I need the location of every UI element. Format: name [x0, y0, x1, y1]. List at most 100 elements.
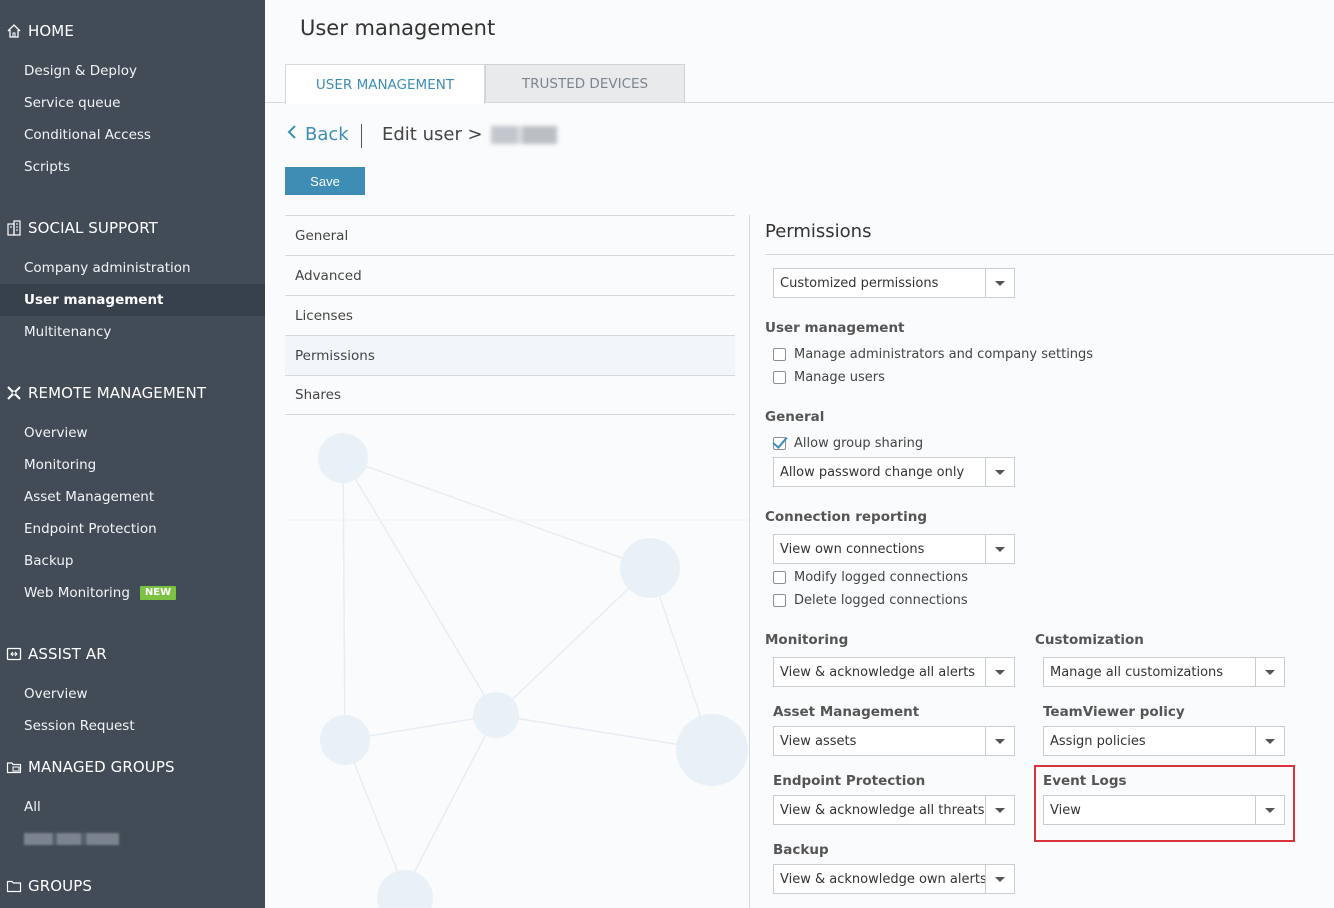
sidebar-item-web-monitoring[interactable]: Web Monitoring NEW: [0, 577, 265, 609]
select-value: View assets: [780, 733, 857, 749]
sidebar-section-home[interactable]: HOME: [4, 19, 74, 43]
sidebar-item-asset-management[interactable]: Asset Management: [0, 481, 265, 513]
sidebar-section-title: MANAGED GROUPS: [28, 758, 175, 776]
sidebar-section-remote-management[interactable]: REMOTE MANAGEMENT: [4, 381, 206, 405]
network-background-graphic: [285, 433, 750, 908]
select-value: Assign policies: [1050, 733, 1146, 749]
sidebar-section-title: SOCIAL SUPPORT: [28, 219, 158, 237]
permissions-divider: [765, 254, 1334, 255]
checkbox-label: Manage administrators and company settin…: [794, 346, 1094, 362]
connection-reporting-select[interactable]: View own connections: [773, 534, 1015, 564]
sidebar-item-design-deploy[interactable]: Design & Deploy: [0, 55, 265, 87]
sidebar-section-managed-groups[interactable]: MANAGED GROUPS: [4, 755, 175, 779]
sidebar-section-social-support[interactable]: SOCIAL SUPPORT: [4, 216, 158, 240]
backup-group-label: Backup: [773, 842, 829, 858]
sidebar-item-session-request[interactable]: Session Request: [0, 710, 265, 742]
customization-group-label: Customization: [1035, 632, 1144, 648]
allow-group-sharing-checkbox[interactable]: [773, 436, 786, 450]
manage-admins-checkbox[interactable]: [773, 347, 786, 361]
tab-trusted-devices[interactable]: TRUSTED DEVICES: [485, 64, 685, 103]
checkbox-label: Delete logged connections: [794, 592, 968, 608]
customization-select[interactable]: Manage all customizations: [1043, 657, 1285, 687]
menu-item-advanced[interactable]: Advanced: [285, 255, 735, 295]
allow-group-sharing-row[interactable]: Allow group sharing: [773, 434, 923, 452]
back-link[interactable]: Back: [287, 124, 349, 145]
redacted-username: [490, 125, 557, 144]
endpoint-protection-group-label: Endpoint Protection: [773, 773, 926, 789]
permissions-title: Permissions: [765, 221, 872, 242]
chevron-down-icon: [985, 865, 1014, 893]
sidebar-item-all[interactable]: All: [0, 791, 265, 823]
checkbox-label: Allow group sharing: [794, 435, 924, 451]
modify-logged-connections-row[interactable]: Modify logged connections: [773, 568, 968, 586]
new-badge: NEW: [139, 586, 177, 600]
tab-user-management[interactable]: USER MANAGEMENT: [285, 64, 485, 104]
sidebar-item-service-queue[interactable]: Service queue: [0, 87, 265, 119]
sidebar-item-redacted-group[interactable]: [0, 823, 265, 855]
sidebar-item-conditional-access[interactable]: Conditional Access: [0, 119, 265, 151]
chevron-down-icon: [985, 658, 1014, 686]
user-management-group-label: User management: [765, 320, 905, 336]
sidebar-section-assist-ar[interactable]: ASSIST AR: [4, 642, 107, 666]
sidebar-section-title: REMOTE MANAGEMENT: [28, 384, 207, 402]
connection-reporting-group-label: Connection reporting: [765, 509, 927, 525]
modify-logged-connections-checkbox[interactable]: [773, 570, 786, 584]
sidebar-item-multitenancy[interactable]: Multitenancy: [0, 316, 265, 348]
event-logs-highlight: [1034, 765, 1295, 842]
menu-item-licenses[interactable]: Licenses: [285, 295, 735, 335]
sidebar-section-title: ASSIST AR: [28, 645, 107, 663]
sidebar-item-overview[interactable]: Overview: [0, 417, 265, 449]
breadcrumb: Edit user >: [382, 124, 557, 145]
assist-ar-icon: [4, 644, 24, 664]
sidebar-item-scripts[interactable]: Scripts: [0, 151, 265, 183]
menu-item-shares[interactable]: Shares: [285, 375, 735, 415]
delete-logged-connections-row[interactable]: Delete logged connections: [773, 591, 968, 609]
sidebar-item-company-administration[interactable]: Company administration: [0, 252, 265, 284]
checkbox-label: Modify logged connections: [794, 569, 969, 585]
permission-profile-select[interactable]: Customized permissions: [773, 268, 1015, 298]
chevron-left-icon: [287, 124, 297, 145]
menu-item-permissions[interactable]: Permissions: [285, 335, 735, 375]
breadcrumb-separator: [361, 124, 362, 148]
endpoint-protection-select[interactable]: View & acknowledge all threats: [773, 795, 1015, 825]
password-permission-select[interactable]: Allow password change only: [773, 457, 1015, 487]
chevron-down-icon: [1255, 727, 1284, 755]
select-value: Manage all customizations: [1050, 664, 1224, 680]
sidebar-item-label: Web Monitoring: [24, 585, 130, 601]
chevron-down-icon: [1255, 658, 1284, 686]
delete-logged-connections-checkbox[interactable]: [773, 593, 786, 607]
sidebar-item-endpoint-protection[interactable]: Endpoint Protection: [0, 513, 265, 545]
general-group-label: General: [765, 409, 825, 425]
asset-management-select[interactable]: View assets: [773, 726, 1015, 756]
manage-users-checkbox[interactable]: [773, 370, 786, 384]
select-value: View own connections: [780, 541, 925, 557]
building-icon: [4, 218, 24, 238]
monitoring-group-label: Monitoring: [765, 632, 849, 648]
edit-user-label: Edit user >: [382, 124, 483, 145]
monitoring-select[interactable]: View & acknowledge all alerts: [773, 657, 1015, 687]
chevron-down-icon: [985, 535, 1014, 563]
save-button[interactable]: Save: [285, 167, 365, 195]
sidebar-section-title: GROUPS: [28, 877, 92, 895]
home-icon: [4, 21, 24, 41]
checkbox-label: Manage users: [794, 369, 885, 385]
column-divider: [749, 215, 750, 908]
asset-management-group-label: Asset Management: [773, 704, 920, 720]
select-value: View & acknowledge all threats: [780, 802, 985, 818]
chevron-down-icon: [985, 269, 1014, 297]
settings-menu: General Advanced Licenses Permissions Sh…: [285, 215, 735, 415]
select-value: View & acknowledge own alerts: [780, 871, 985, 887]
manage-admins-checkbox-row[interactable]: Manage administrators and company settin…: [773, 345, 1093, 363]
backup-select[interactable]: View & acknowledge own alerts: [773, 864, 1015, 894]
sidebar-item-assist-overview[interactable]: Overview: [0, 678, 265, 710]
sidebar-item-backup[interactable]: Backup: [0, 545, 265, 577]
page-title: User management: [300, 16, 496, 40]
teamviewer-policy-select[interactable]: Assign policies: [1043, 726, 1285, 756]
redacted-text: [24, 833, 119, 845]
sidebar-item-user-management[interactable]: User management: [0, 284, 265, 316]
sidebar-item-monitoring[interactable]: Monitoring: [0, 449, 265, 481]
chevron-down-icon: [985, 727, 1014, 755]
manage-users-checkbox-row[interactable]: Manage users: [773, 368, 885, 386]
menu-item-general[interactable]: General: [285, 215, 735, 255]
sidebar-section-groups[interactable]: GROUPS: [4, 874, 92, 898]
